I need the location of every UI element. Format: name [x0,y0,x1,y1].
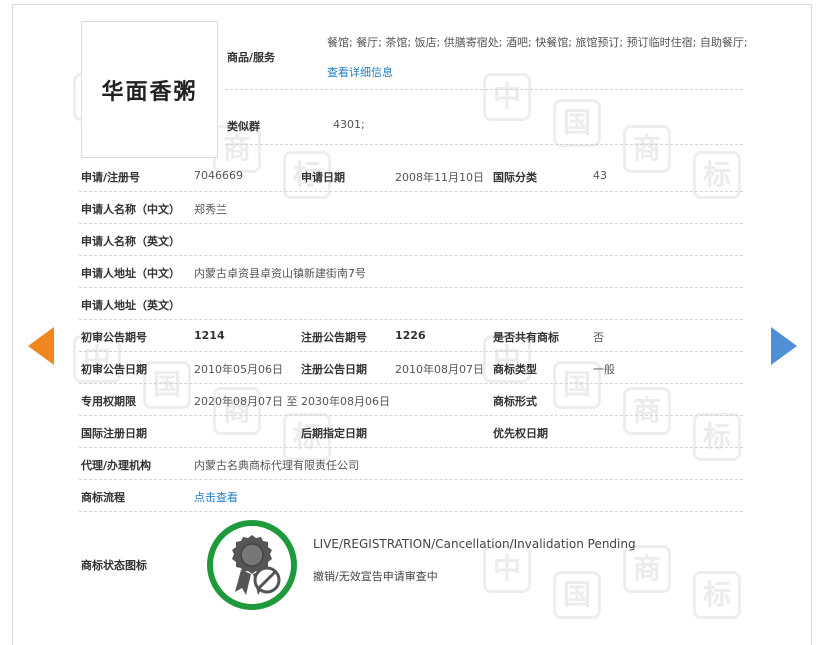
divider [225,89,743,90]
similar-group-value: 4301; [333,118,365,131]
similar-group-label: 类似群 [227,120,260,133]
divider [79,415,743,416]
divider [79,447,743,448]
divider [79,511,743,512]
tm-type-label: 商标类型 [493,363,537,376]
shared-value: 否 [593,331,604,344]
divider [79,287,743,288]
rosette-prohibited-icon [207,520,297,610]
arrow-right-icon[interactable] [771,327,797,365]
prelim-issue-value: 1214 [194,329,225,342]
priority-date-label: 优先权日期 [493,427,548,440]
intl-class-label: 国际分类 [493,171,537,184]
detail-panel: 中 国 商 标 中 国 商 标 中 国 商 标 中 国 商 标 中 国 商 标 … [12,4,812,645]
address-cn-value: 内蒙古卓资县卓资山镇新建街南7号 [194,267,366,280]
status-cn-text: 撤销/无效宣告申请审查中 [313,570,438,583]
applicant-en-label: 申请人名称（英文） [81,235,180,248]
address-cn-label: 申请人地址（中文） [81,267,180,280]
status-icon-label: 商标状态图标 [81,559,147,572]
tm-form-label: 商标形式 [493,395,537,408]
prelim-issue-label: 初审公告期号 [81,331,147,344]
divider [79,255,743,256]
divider [79,351,743,352]
divider [79,319,743,320]
process-view-link[interactable]: 点击查看 [194,489,238,505]
exclusive-value: 2020年08月07日 至 2030年08月06日 [194,395,390,408]
reg-date-label: 注册公告日期 [301,363,367,376]
app-date-label: 申请日期 [301,171,345,184]
app-date-value: 2008年11月10日 [395,171,484,184]
intl-reg-date-label: 国际注册日期 [81,427,147,440]
shared-label: 是否共有商标 [493,331,559,344]
agent-value: 内蒙古名典商标代理有限责任公司 [194,459,359,472]
process-label: 商标流程 [81,491,125,504]
prelim-date-label: 初审公告日期 [81,363,147,376]
divider [79,191,743,192]
reg-no-label: 申请/注册号 [81,171,141,184]
applicant-cn-value: 郑秀兰 [194,203,227,216]
divider [225,144,743,145]
later-date-label: 后期指定日期 [301,427,367,440]
prelim-date-value: 2010年05月06日 [194,363,283,376]
view-details-link[interactable]: 查看详细信息 [327,64,393,80]
status-en-text: LIVE/REGISTRATION/Cancellation/Invalidat… [313,537,636,551]
divider [79,479,743,480]
intl-class-value: 43 [593,169,607,182]
divider [79,223,743,224]
trademark-image: 华面香粥 [81,21,218,158]
exclusive-label: 专用权期限 [81,395,136,408]
tm-type-value: 一般 [593,363,615,376]
reg-date-value: 2010年08月07日 [395,363,484,376]
arrow-left-icon[interactable] [28,327,54,365]
applicant-cn-label: 申请人名称（中文） [81,203,180,216]
goods-services-label: 商品/服务 [227,51,276,64]
divider [79,383,743,384]
address-en-label: 申请人地址（英文） [81,299,180,312]
agent-label: 代理/办理机构 [81,459,152,472]
reg-issue-value: 1226 [395,329,426,342]
reg-issue-label: 注册公告期号 [301,331,367,344]
goods-services-value: 餐馆; 餐厅; 茶馆; 饭店; 供膳寄宿处; 酒吧; 快餐馆; 旅馆预订; 预订… [327,36,748,49]
reg-no-value: 7046669 [194,169,243,182]
trademark-logo-text: 华面香粥 [101,78,198,105]
